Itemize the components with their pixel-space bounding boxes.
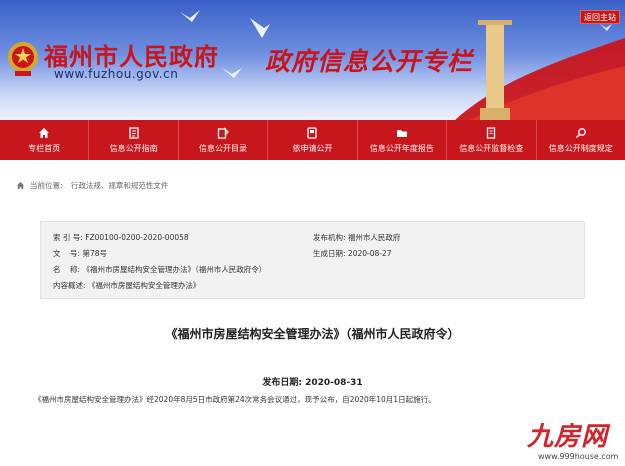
nav-item-label: 信息公开指南 (109, 143, 158, 153)
issuer-value: 福州市人民政府 (347, 233, 401, 242)
page: 福州市人民政府 www.fuzhou.gov.cn 政府信息公开专栏 返回主站 … (0, 0, 625, 466)
doc-number-row: 文 号: 第78号 (53, 248, 107, 259)
doc-number-value: 第78号 (82, 249, 108, 258)
watermark-url: www.999house.com (538, 452, 619, 461)
nav-item-label: 信息公开年度报告 (369, 143, 434, 153)
folder-icon (396, 129, 407, 137)
nav-item-catalog[interactable]: 信息公开目录 (179, 120, 269, 160)
nav-item-label: 信息公开制度规定 (548, 143, 613, 153)
summary-value: 《福州市房屋结构安全管理办法》 (87, 281, 201, 290)
back-to-main-site-button[interactable]: 返回主站 (580, 10, 620, 24)
nav-item-label: 专栏首页 (28, 143, 61, 153)
nav-item-annual-report[interactable]: 信息公开年度报告 (358, 120, 448, 160)
nav-item-label: 依申请公开 (292, 143, 333, 153)
publish-date: 发布日期: 2020-08-31 (0, 375, 625, 388)
breadcrumb-prefix: 当前位置: (30, 181, 63, 190)
site-url: www.fuzhou.gov.cn (54, 67, 179, 81)
header-banner: 福州市人民政府 www.fuzhou.gov.cn 政府信息公开专栏 返回主站 (0, 0, 625, 120)
nav-item-guide[interactable]: 信息公开指南 (89, 120, 179, 160)
issuer-row: 发布机构: 福州市人民政府 (313, 232, 400, 243)
created-date-label: 生成日期: (313, 249, 346, 258)
doc-name-label: 名 称: (53, 265, 81, 274)
banner-slogan: 政府信息公开专栏 (265, 47, 474, 76)
breadcrumb: 当前位置: 行政法规、规章和规范性文件 (16, 180, 168, 191)
nav-item-inspection[interactable]: 信息公开监督检查 (447, 120, 537, 160)
home-icon (16, 181, 25, 190)
national-emblem-icon (8, 42, 38, 76)
nav-item-label: 信息公开监督检查 (459, 143, 524, 153)
publish-date-label: 发布日期: (262, 378, 302, 388)
nav-item-home[interactable]: 专栏首页 (0, 120, 90, 160)
publish-date-value: 2020-08-31 (305, 378, 363, 388)
nav-item-label: 信息公开目录 (199, 143, 248, 153)
home-icon (39, 127, 50, 138)
inspect-icon (487, 126, 496, 139)
issuer-label: 发布机构: (313, 233, 346, 242)
summary-label: 内容概述: (53, 281, 86, 290)
doc-name-row: 名 称: 《福州市房屋结构安全管理办法》（福州市人民政府令） (53, 264, 266, 275)
summary-row: 内容概述: 《福州市房屋结构安全管理办法》 (53, 280, 200, 291)
main-nav: 专栏首页 信息公开指南 信息公开目录 依申请公开 信息公开年度报告 信息公开监督… (0, 120, 625, 160)
nav-item-apply[interactable]: 依申请公开 (268, 120, 358, 160)
created-date-row: 生成日期: 2020-08-27 (313, 248, 392, 259)
breadcrumb-item[interactable]: 行政法规、规章和规范性文件 (71, 180, 169, 191)
document-title: 《福州市房屋结构安全管理办法》（福州市人民政府令） (165, 327, 460, 341)
index-number-value: FZ00100-0200-2020-00058 (85, 233, 189, 242)
index-number-row: 索 引 号: FZ00100-0200-2020-00058 (53, 232, 189, 243)
apply-icon (307, 126, 318, 139)
guide-icon (128, 126, 139, 139)
created-date-value: 2020-08-27 (347, 249, 392, 258)
watermark-logo: 九房网 (527, 422, 609, 452)
watermark: 九房网 www.999house.com (512, 410, 625, 466)
index-number-label: 索 引 号: (53, 233, 83, 242)
regulation-icon (575, 127, 586, 138)
catalog-icon (217, 127, 229, 139)
document-body: 《福州市房屋结构安全管理办法》经2020年8月5日市政府第24次常务会议通过，现… (34, 395, 436, 404)
doc-name-value: 《福州市房屋结构安全管理办法》（福州市人民政府令） (82, 265, 267, 274)
doc-number-label: 文 号: (53, 249, 81, 258)
nav-item-regulation[interactable]: 信息公开制度规定 (537, 120, 625, 160)
document-info-box: 索 引 号: FZ00100-0200-2020-00058 发布机构: 福州市… (40, 221, 585, 299)
